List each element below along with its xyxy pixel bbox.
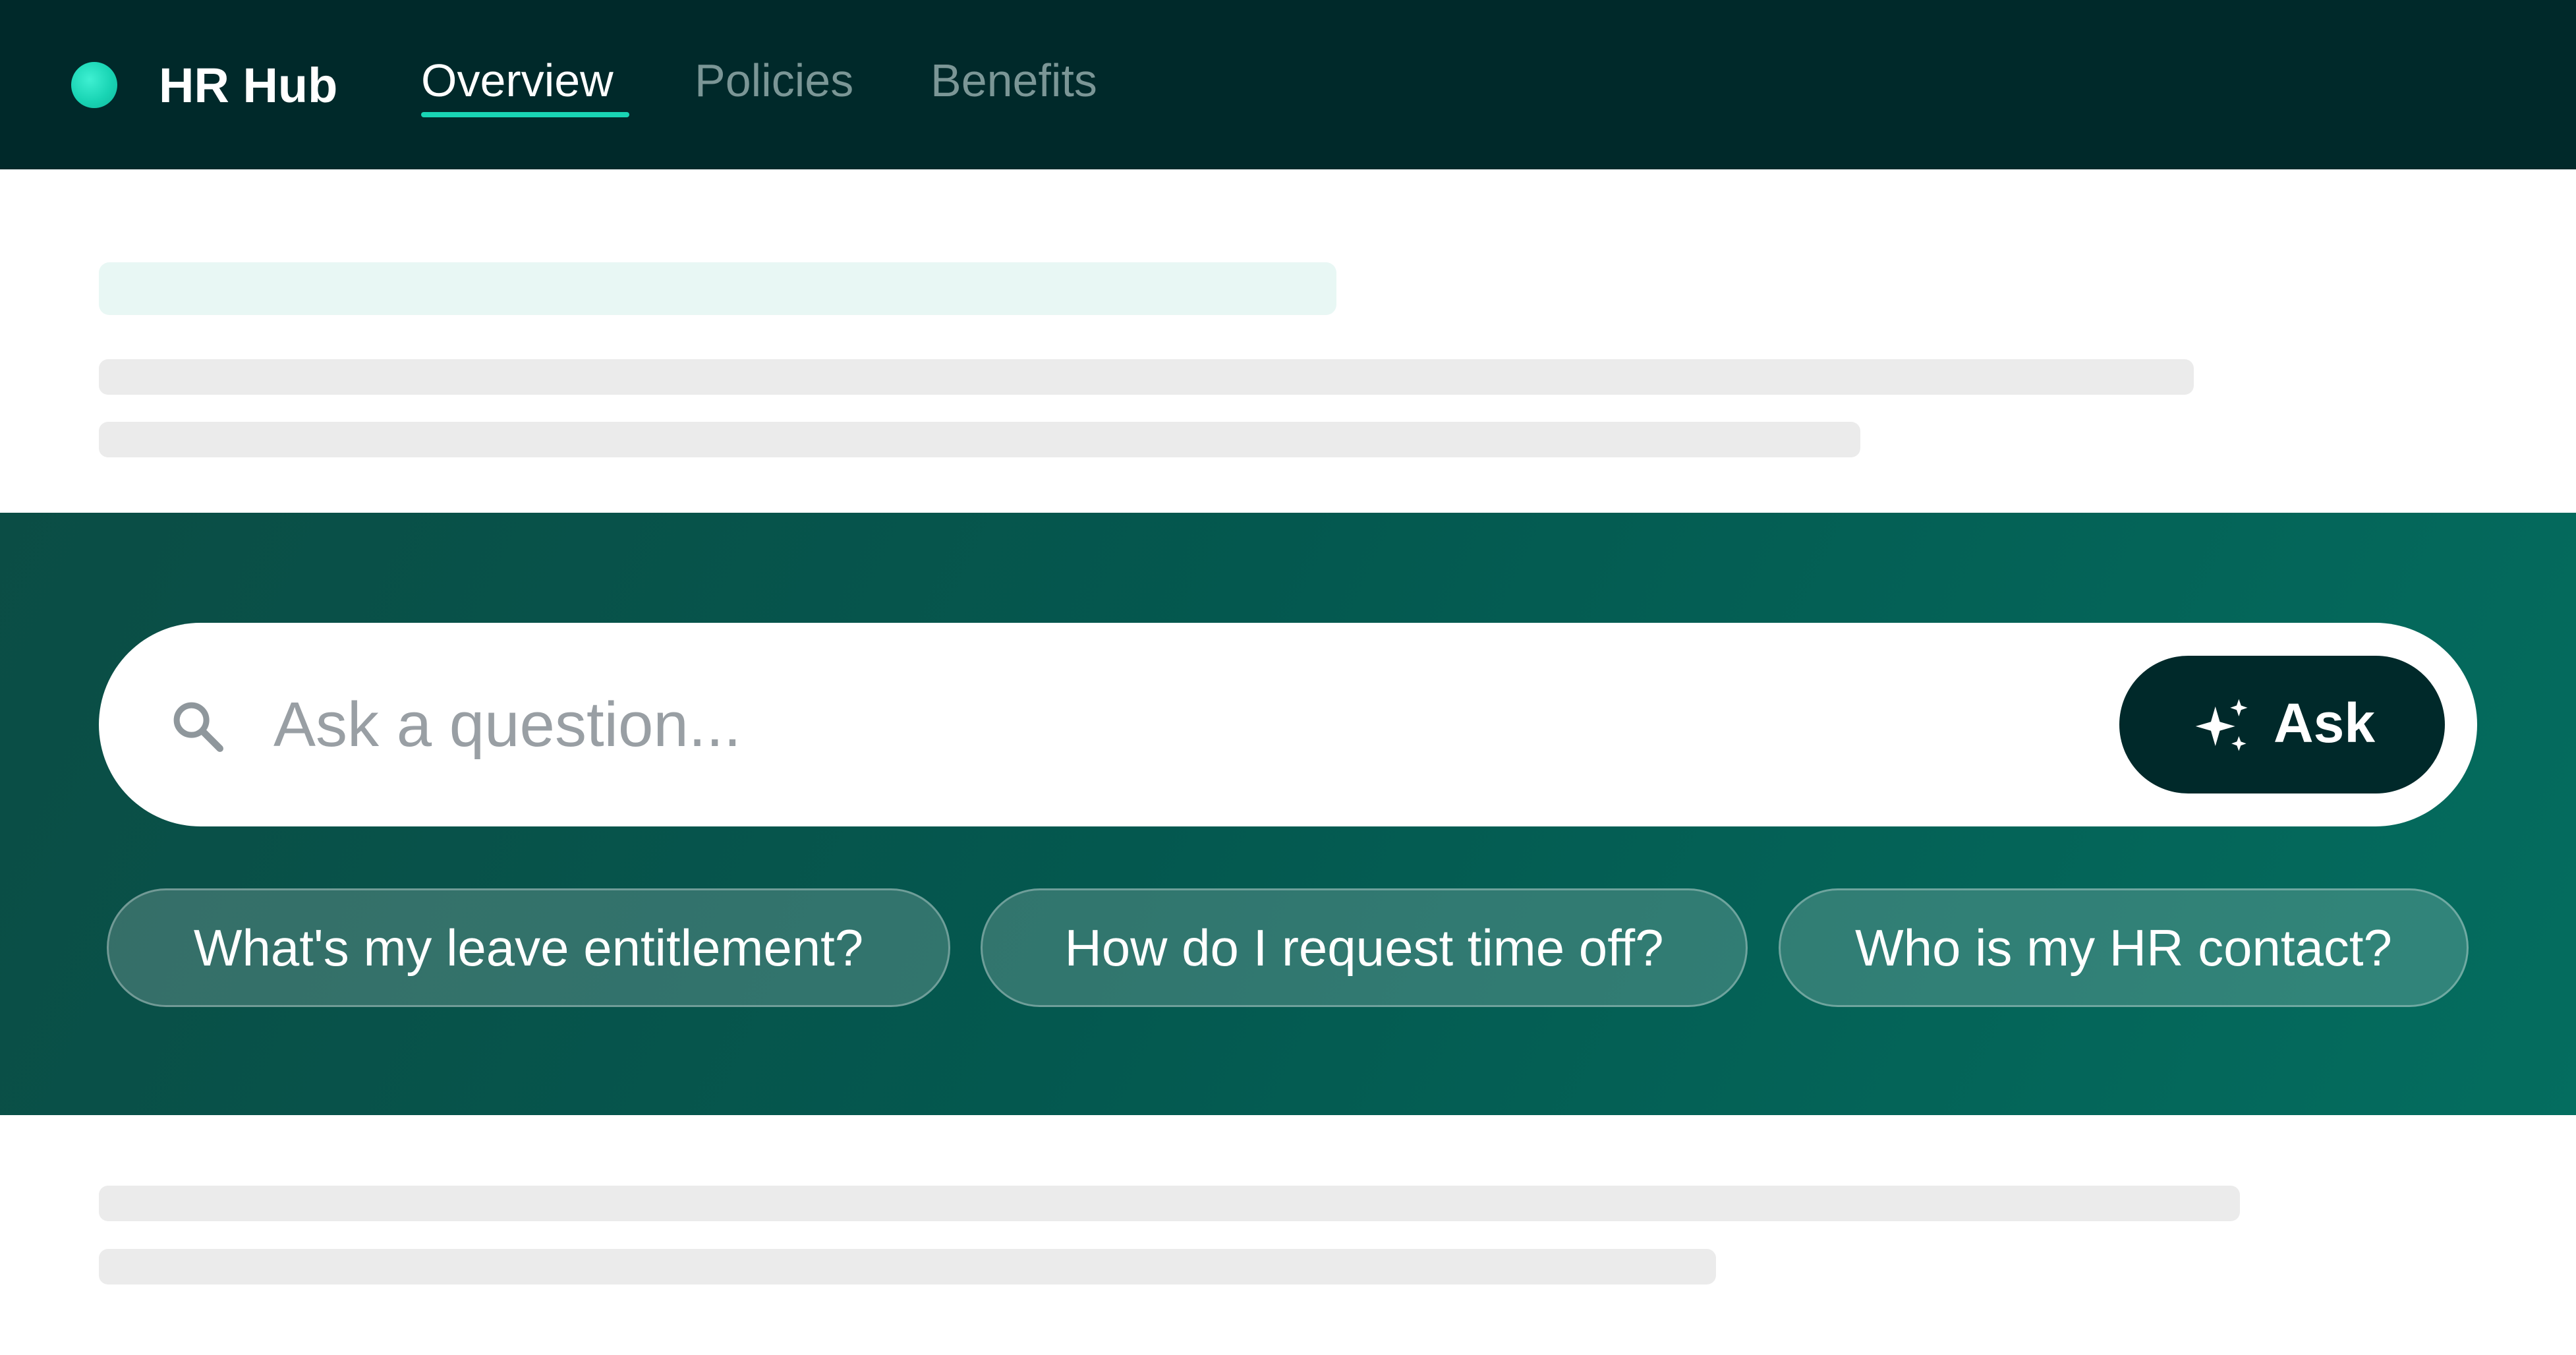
ask-button[interactable]: Ask (2119, 656, 2445, 793)
sparkle-icon (2195, 699, 2248, 751)
search-bar: Ask (99, 623, 2477, 826)
suggestion-chip-leave[interactable]: What's my leave entitlement? (107, 888, 950, 1007)
tab-policies[interactable]: Policies (695, 53, 853, 108)
skeleton-line (99, 1249, 1716, 1284)
skeleton-line (99, 1186, 2240, 1221)
ask-button-label: Ask (2274, 692, 2376, 754)
ask-hero-section: Ask What's my leave entitlement? How do … (0, 513, 2576, 1115)
tab-overview[interactable]: Overview (421, 53, 614, 108)
skeleton-heading (99, 262, 1336, 315)
suggestion-chip-time-off[interactable]: How do I request time off? (981, 888, 1748, 1007)
suggestion-chip-hr-contact[interactable]: Who is my HR contact? (1779, 888, 2469, 1007)
app-title: HR Hub (159, 58, 338, 113)
skeleton-line (99, 422, 1860, 457)
search-icon (173, 702, 223, 752)
tab-benefits[interactable]: Benefits (930, 53, 1097, 108)
skeleton-line (99, 359, 2194, 395)
active-tab-indicator (421, 112, 629, 117)
brand-logo-dot (71, 62, 117, 108)
top-nav-bar: HR Hub Overview Policies Benefits (0, 0, 2576, 169)
question-input[interactable] (273, 669, 2119, 781)
